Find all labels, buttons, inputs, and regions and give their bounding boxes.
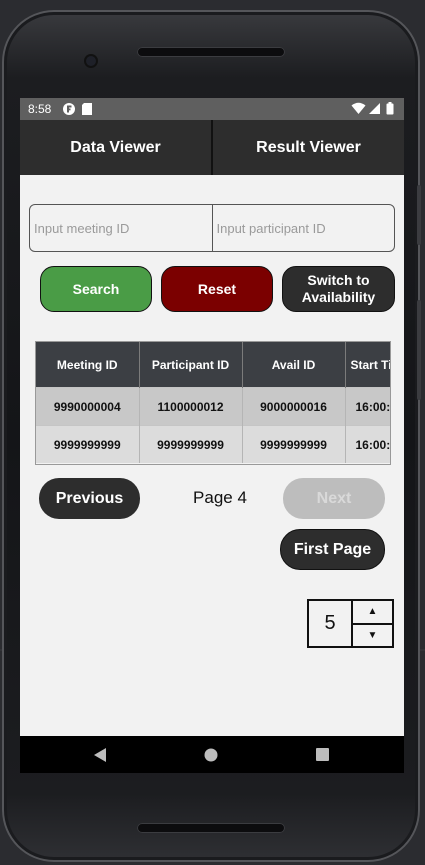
data-table[interactable]: Meeting ID Participant ID Avail ID Start…: [35, 341, 391, 465]
page-size-stepper[interactable]: 5 ▲ ▼: [307, 599, 394, 648]
reset-button[interactable]: Reset: [161, 266, 273, 312]
cell-avail-id: 9000000016: [242, 387, 346, 426]
app-notification-icon: [63, 103, 75, 115]
search-inputs: [29, 204, 395, 252]
header-start-time: Start Time: [345, 342, 390, 388]
tab-data-viewer[interactable]: Data Viewer: [20, 120, 213, 175]
header-participant-id: Participant ID: [139, 342, 243, 388]
switch-availability-button[interactable]: Switch to Availability: [282, 266, 395, 312]
top-speaker: [137, 47, 285, 57]
status-time: 8:58: [28, 102, 52, 116]
sd-card-icon: [82, 103, 92, 115]
front-camera: [86, 56, 96, 66]
app-screen: 8:58 Data Viewer Result Viewer Search Re…: [20, 98, 404, 773]
reset-button-label: Reset: [197, 280, 237, 297]
status-bar: 8:58: [20, 98, 404, 120]
stepper-arrows: ▲ ▼: [353, 601, 392, 646]
table-row[interactable]: 9999999999 9999999999 9999999999 16:00:0…: [36, 425, 390, 463]
cell-meeting-id: 9999999999: [36, 425, 140, 463]
bottom-speaker: [137, 823, 285, 833]
cell-participant-id: 1100000012: [139, 387, 243, 426]
header-avail-id: Avail ID: [242, 342, 346, 388]
tab-result-viewer[interactable]: Result Viewer: [213, 120, 404, 175]
switch-button-line2: Availability: [301, 289, 376, 305]
stepper-value: 5: [309, 601, 353, 646]
recents-icon[interactable]: [302, 736, 342, 773]
first-page-button[interactable]: First Page: [280, 529, 385, 570]
home-icon[interactable]: [191, 736, 231, 773]
table-header-row: Meeting ID Participant ID Avail ID Start…: [36, 342, 390, 388]
wifi-icon: [351, 102, 366, 114]
cell-start-time: 16:00:00: [345, 425, 390, 463]
power-button: [417, 185, 421, 245]
cell-participant-id: 9999999999: [139, 425, 243, 463]
stepper-down-icon[interactable]: ▼: [353, 625, 392, 647]
participant-id-input[interactable]: [212, 205, 394, 251]
switch-button-line1: Switch to: [307, 272, 370, 288]
table-row[interactable]: 9990000004 1100000012 9000000016 16:00:0…: [36, 387, 390, 426]
meeting-id-input[interactable]: [30, 205, 212, 251]
search-button-label: Search: [72, 280, 120, 297]
battery-icon: [386, 102, 394, 115]
android-nav-bar: [20, 736, 404, 773]
stepper-up-icon[interactable]: ▲: [353, 601, 392, 625]
header-meeting-id: Meeting ID: [36, 342, 140, 388]
search-button[interactable]: Search: [40, 266, 152, 312]
previous-button[interactable]: Previous: [39, 478, 140, 519]
cell-avail-id: 9999999999: [242, 425, 346, 463]
volume-button: [417, 300, 421, 400]
cell-start-time: 16:00:00: [345, 387, 390, 426]
tab-bar: Data Viewer Result Viewer: [20, 120, 404, 175]
back-icon[interactable]: [80, 736, 120, 773]
next-button[interactable]: Next: [283, 478, 385, 519]
cell-meeting-id: 9990000004: [36, 387, 140, 426]
signal-icon: [369, 103, 380, 114]
page-label: Page 4: [193, 488, 247, 507]
